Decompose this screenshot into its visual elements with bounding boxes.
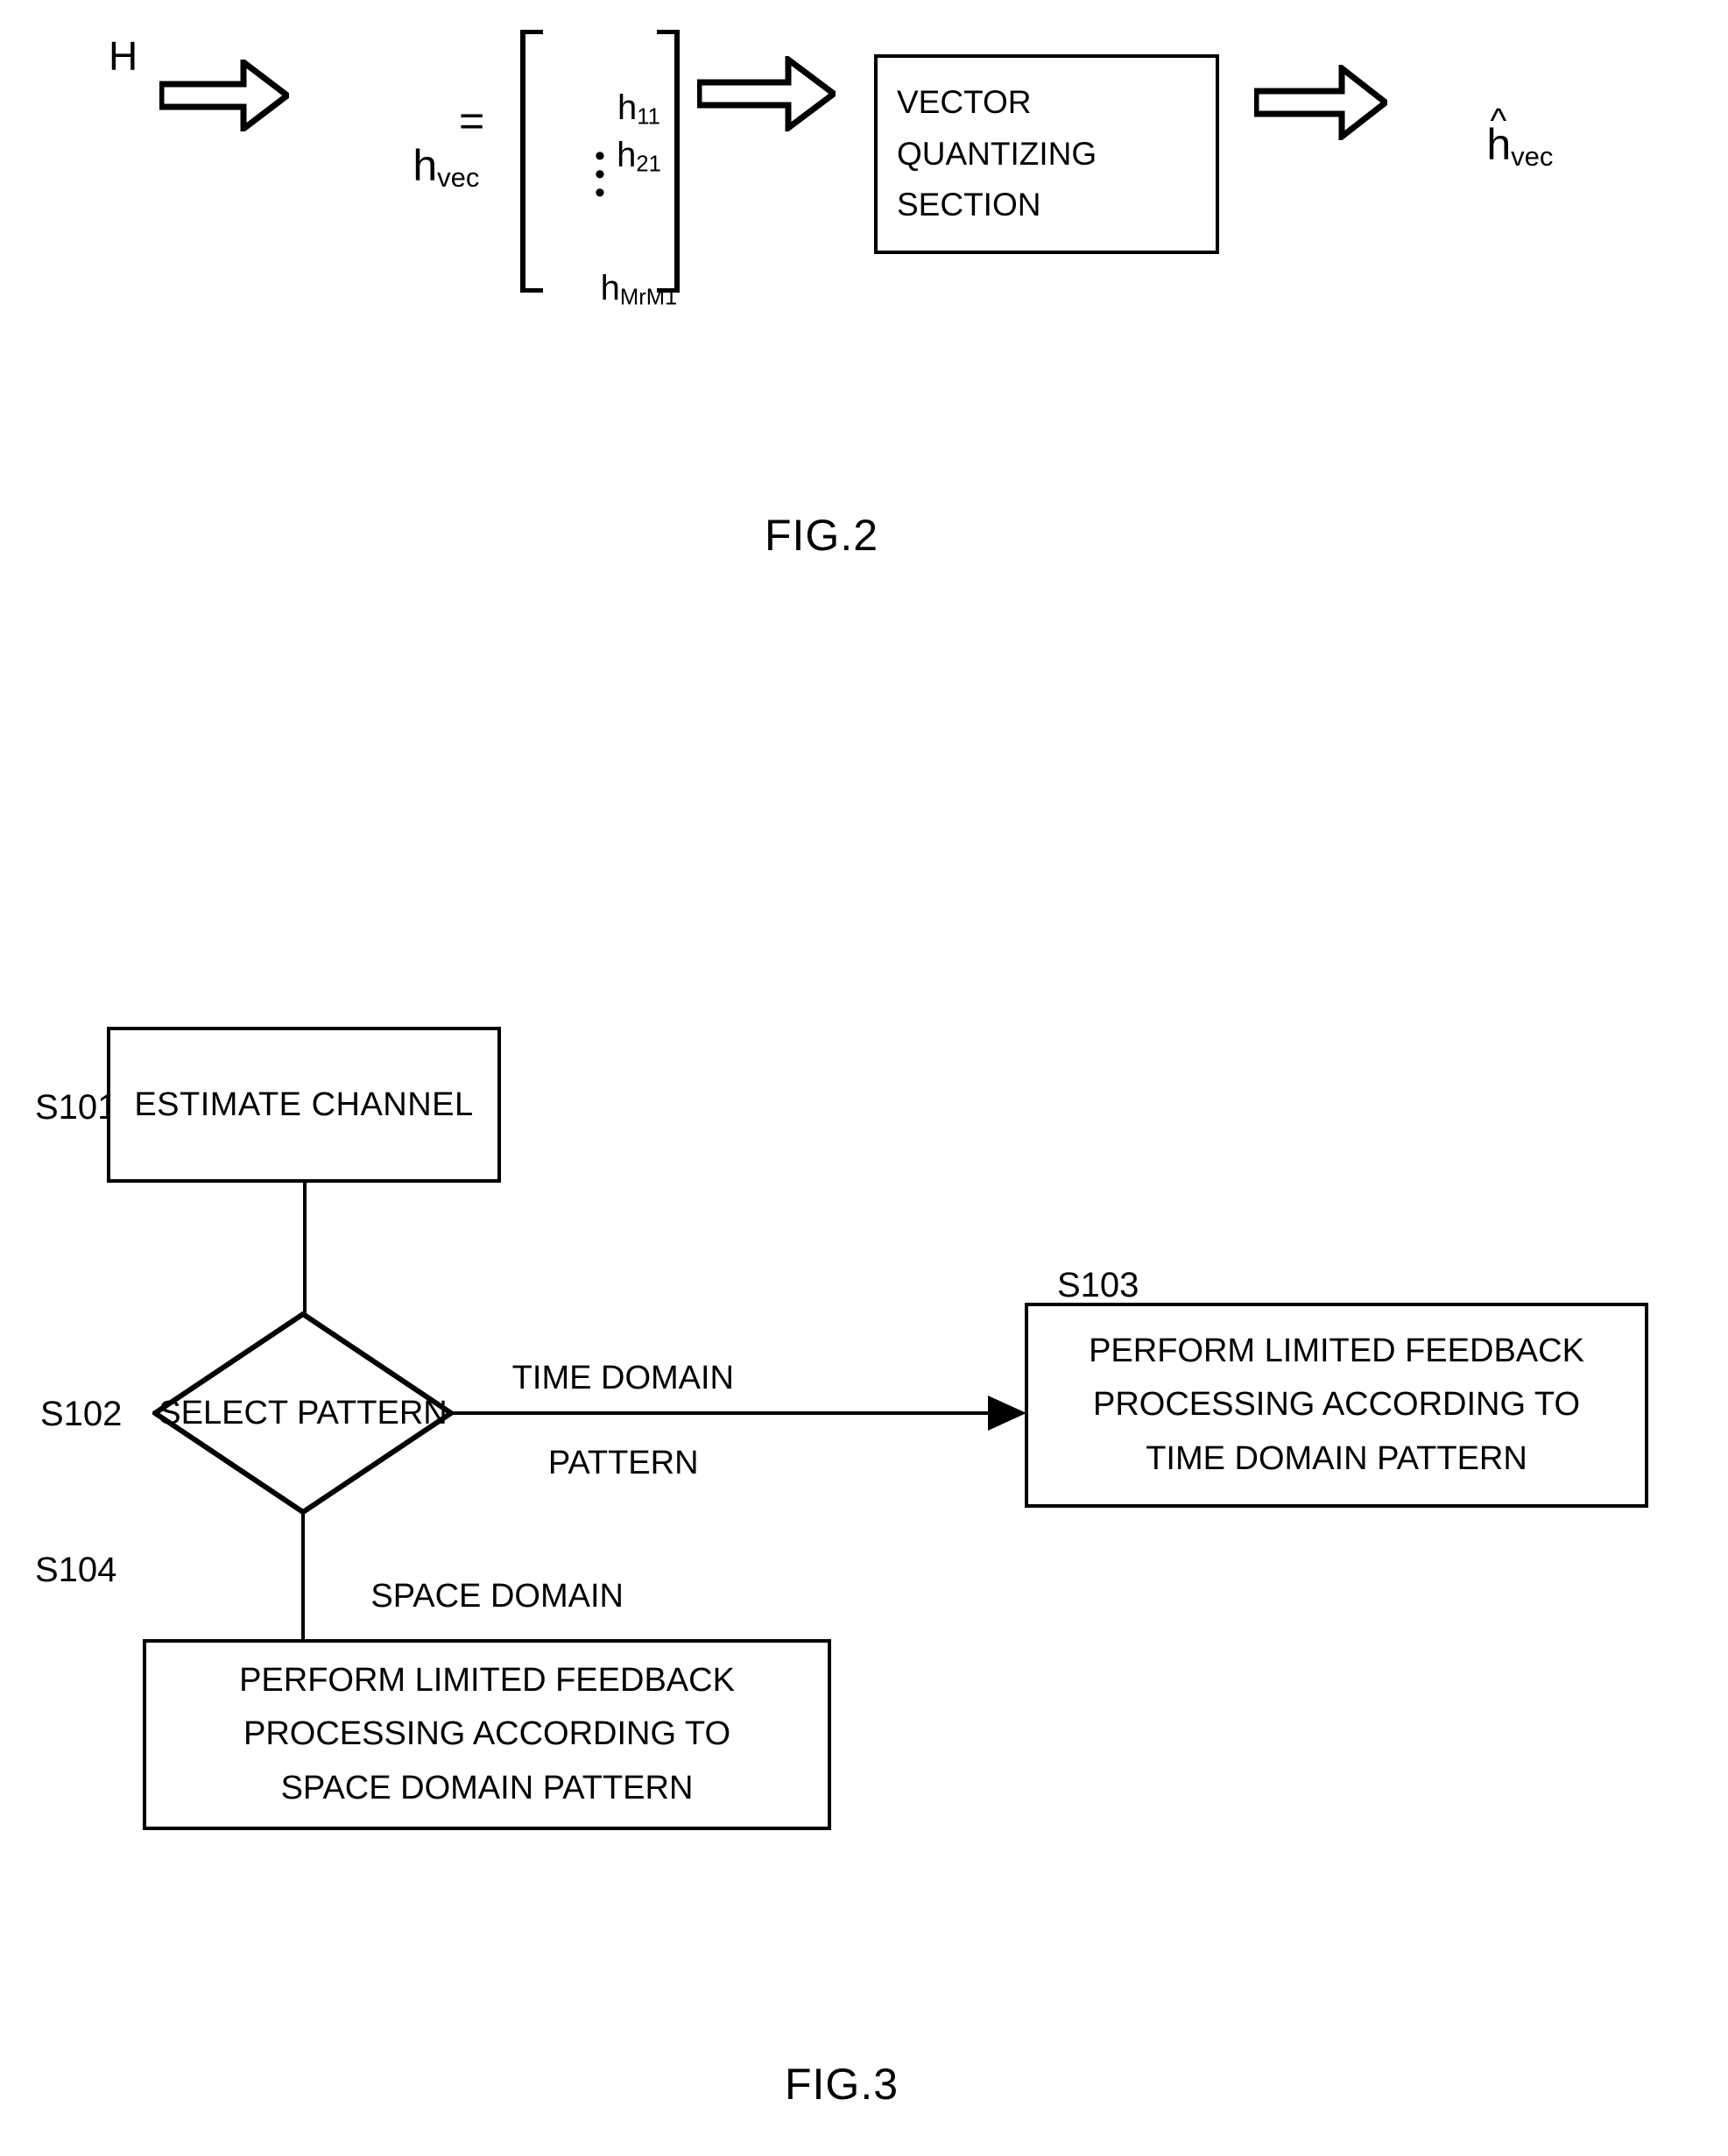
s103-line-3: TIME DOMAIN PATTERN xyxy=(1146,1439,1527,1477)
s102-label-text: SELECT PATTERN xyxy=(159,1394,448,1431)
figure-3-caption: FIG.3 xyxy=(785,2060,899,2109)
step-box-time-domain-feedback[interactable]: PERFORM LIMITED FEEDBACK PROCESSING ACCO… xyxy=(1025,1303,1648,1508)
s104-line-2: PROCESSING ACCORDING TO xyxy=(243,1715,731,1753)
decision-box-select-pattern[interactable]: SELECT PATTERN xyxy=(152,1311,454,1515)
s103-line-1: PERFORM LIMITED FEEDBACK xyxy=(1089,1332,1584,1369)
connector-s102-to-s103 xyxy=(454,1411,1009,1415)
step-label-s102: S102 xyxy=(40,1395,123,1433)
step-label-s104: S104 xyxy=(35,1551,117,1589)
figure-3-group: S101 ESTIMATE CHANNEL S102 SELECT PATTER… xyxy=(0,0,1728,2156)
step-label-s101: S101 xyxy=(35,1088,117,1127)
s104-line-1: PERFORM LIMITED FEEDBACK xyxy=(239,1661,735,1699)
s103-line-2: PROCESSING ACCORDING TO xyxy=(1092,1386,1581,1424)
step-label-s103: S103 xyxy=(1057,1266,1139,1304)
connector-s101-to-s102 xyxy=(303,1183,307,1314)
edge-label-time-line-1: TIME DOMAIN xyxy=(511,1359,734,1396)
edge-label-space-line-1: SPACE DOMAIN xyxy=(370,1577,624,1615)
s104-line-3: SPACE DOMAIN PATTERN xyxy=(280,1769,694,1806)
step-box-estimate-channel[interactable]: ESTIMATE CHANNEL xyxy=(107,1027,501,1183)
patent-drawing-sheet: H hvec = h11 h21 • • • hMrM1 VECTOR QUAN… xyxy=(0,0,1728,2156)
edge-label-time-domain-pattern: TIME DOMAIN PATTERN xyxy=(438,1314,753,1527)
s101-line-1: ESTIMATE CHANNEL xyxy=(134,1085,474,1123)
connector-s102-to-s104 xyxy=(301,1513,305,1641)
edge-label-time-line-2: PATTERN xyxy=(547,1444,699,1481)
step-box-space-domain-feedback[interactable]: PERFORM LIMITED FEEDBACK PROCESSING ACCO… xyxy=(143,1639,831,1830)
arrowhead-s103-icon xyxy=(984,1392,1030,1434)
